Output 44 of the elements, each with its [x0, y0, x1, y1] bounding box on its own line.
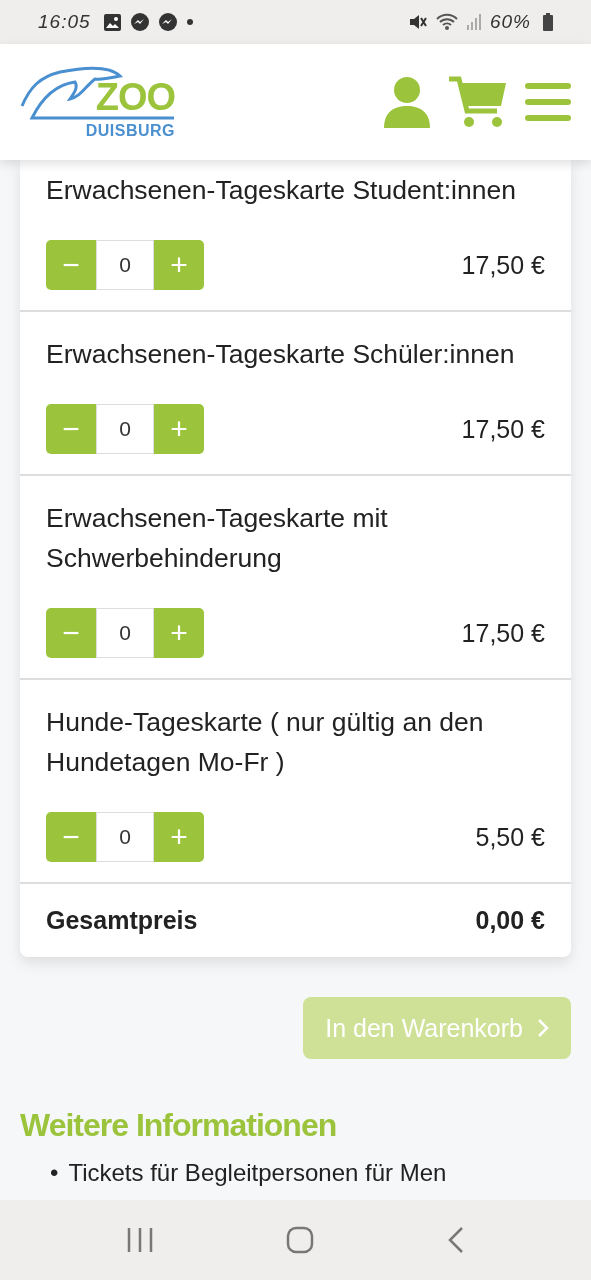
- recent-apps-icon[interactable]: [126, 1227, 155, 1253]
- section-heading: Weitere Informationen: [20, 1107, 338, 1144]
- total-label: Gesamtpreis: [46, 906, 198, 935]
- quantity-field[interactable]: 0: [96, 812, 154, 862]
- gallery-icon: [102, 12, 122, 32]
- decrease-button[interactable]: −: [46, 404, 96, 454]
- increase-button[interactable]: +: [154, 812, 204, 862]
- decrease-button[interactable]: −: [46, 812, 96, 862]
- back-icon[interactable]: [446, 1226, 465, 1254]
- quantity-field[interactable]: 0: [96, 608, 154, 658]
- ticket-price: 17,50 €: [461, 250, 545, 280]
- dot-icon: [185, 18, 194, 26]
- home-icon[interactable]: [286, 1226, 315, 1254]
- ticket-title: Erwachsenen-Tageskarte mit Schwerbehinderung: [46, 502, 389, 575]
- bullet: •: [50, 1158, 59, 1188]
- increase-button[interactable]: +: [154, 608, 204, 658]
- logo-text: ZOO: [95, 78, 175, 116]
- quantity-field[interactable]: 0: [96, 240, 154, 290]
- increase-button[interactable]: +: [154, 404, 204, 454]
- menu-icon[interactable]: [525, 82, 571, 122]
- ticket-price: 5,50 €: [475, 822, 545, 852]
- ticket-title: Erwachsenen-Tageskarte Schüler:innen: [46, 338, 516, 371]
- logo-subtitle: DUISBURG: [85, 122, 175, 140]
- ticket-title: Hunde-Tageskarte ( nur gültig an den Hundetagen Mo-Fr ): [46, 706, 485, 779]
- info-item: Tickets für Begleitpersonen für Men: [68, 1158, 447, 1188]
- increase-button[interactable]: +: [154, 240, 204, 290]
- decrease-button[interactable]: −: [46, 240, 96, 290]
- quantity-field[interactable]: 0: [96, 404, 154, 454]
- total-price: 0,00 €: [475, 906, 545, 935]
- decrease-button[interactable]: −: [46, 608, 96, 658]
- battery-percent: 60%: [489, 11, 531, 33]
- messenger-icon: [157, 12, 178, 32]
- messenger-icon: [129, 12, 150, 32]
- wifi-icon: [435, 13, 458, 31]
- mute-icon: [407, 13, 428, 31]
- ticket-price: 17,50 €: [461, 618, 545, 648]
- ticket-price: 17,50 €: [461, 414, 545, 444]
- user-icon[interactable]: [383, 76, 431, 128]
- chevron-icon: [537, 1018, 549, 1038]
- signal-icon: [465, 13, 482, 31]
- status-time: 16:05: [38, 11, 91, 33]
- battery-icon: [543, 13, 553, 31]
- ticket-title: Erwachsenen-Tageskarte Student:innen: [46, 174, 517, 207]
- cart-icon[interactable]: [449, 76, 507, 128]
